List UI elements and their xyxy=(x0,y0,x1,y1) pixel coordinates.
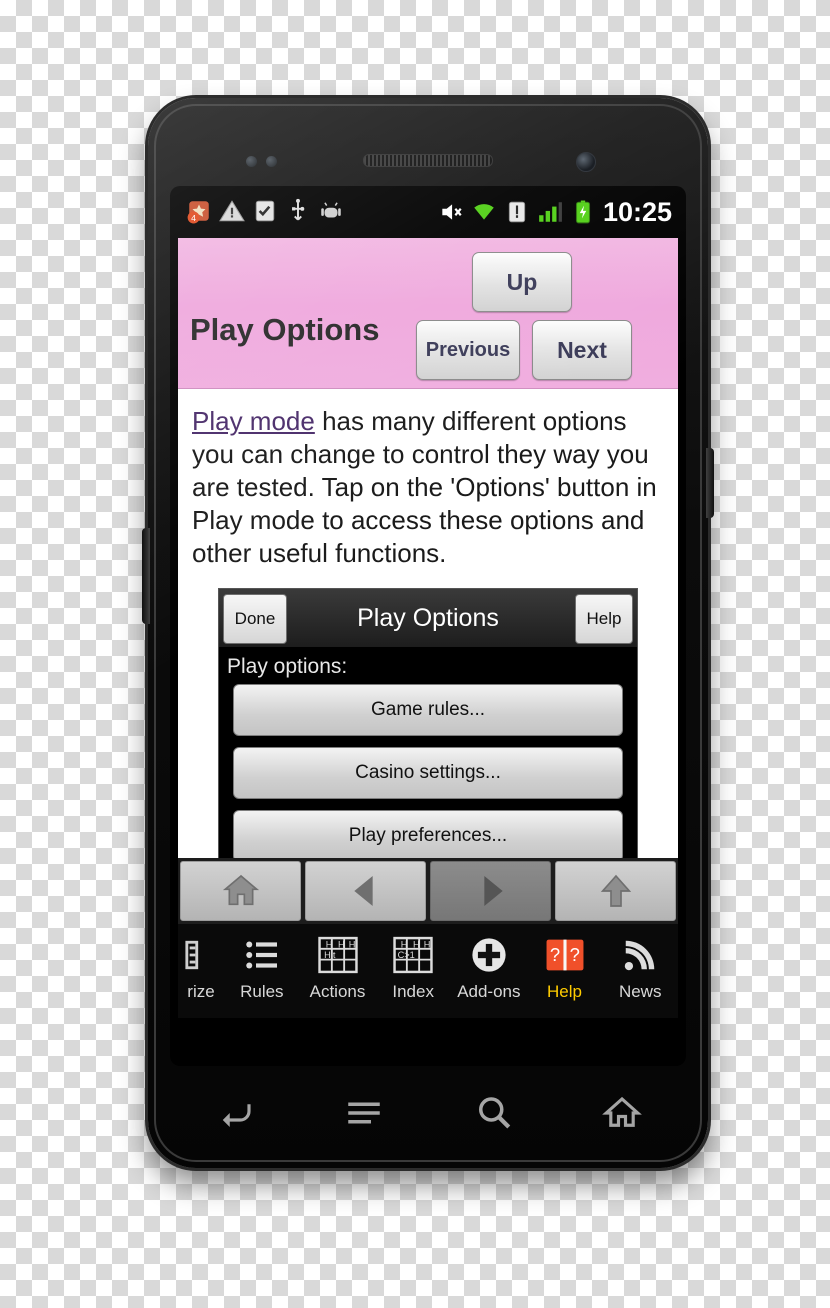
svg-text:4: 4 xyxy=(191,213,196,223)
tab-addons-label: Add-ons xyxy=(457,982,521,1001)
screen-bezel: 4 10:25 Play Options Up Previous Next Pl… xyxy=(170,186,686,1066)
status-clock: 10:25 xyxy=(602,197,672,227)
mute-speaker-icon xyxy=(442,204,462,220)
phone-top-bar xyxy=(148,144,708,184)
play-mode-link[interactable]: Play mode xyxy=(192,406,315,436)
front-camera-icon xyxy=(576,152,596,172)
phone-screen: 4 10:25 Play Options Up Previous Next Pl… xyxy=(178,194,678,1058)
hit-grid-icon: H H H Hit xyxy=(317,932,358,978)
sim-alert-icon xyxy=(508,201,526,223)
game-rules-button[interactable]: Game rules... xyxy=(233,684,623,736)
toolbar-home-button[interactable] xyxy=(180,861,301,921)
toolbar-up-button[interactable] xyxy=(555,861,676,921)
list-icon xyxy=(244,932,280,978)
navigation-toolbar xyxy=(178,858,678,924)
earpiece-speaker xyxy=(363,154,493,167)
tab-index[interactable]: H H H C>1 Index xyxy=(375,924,451,1018)
signal-bars-icon xyxy=(539,202,562,222)
next-button[interactable]: Next xyxy=(532,320,632,380)
toolbar-back-button[interactable] xyxy=(305,861,426,921)
softkey-bar xyxy=(170,1078,686,1148)
casino-settings-button[interactable]: Casino settings... xyxy=(233,747,623,799)
tab-prize[interactable]: rize xyxy=(178,924,224,1018)
app-content: Play Options Up Previous Next Play mode … xyxy=(178,238,678,858)
battery-charging-icon xyxy=(575,200,590,224)
status-icons-left: 4 xyxy=(186,198,344,224)
svg-text:?: ? xyxy=(569,944,579,965)
tab-help[interactable]: ? ? Help xyxy=(527,924,603,1018)
page-title: Play Options xyxy=(190,312,380,347)
svg-text:H: H xyxy=(413,939,420,949)
tab-help-label: Help xyxy=(547,982,582,1001)
home-icon xyxy=(222,874,259,906)
svg-text:H: H xyxy=(424,939,431,949)
svg-text:H: H xyxy=(401,939,408,949)
light-sensor-icon xyxy=(266,156,277,167)
menu-softkey-icon[interactable] xyxy=(337,1092,391,1134)
help-book-icon: ? ? xyxy=(545,932,585,978)
power-button[interactable] xyxy=(706,448,714,518)
rss-icon xyxy=(621,932,659,978)
dialog-help-button[interactable]: Help xyxy=(575,594,633,644)
svg-text:?: ? xyxy=(549,944,559,965)
tab-actions-label: Actions xyxy=(309,982,366,1001)
plus-circle-icon xyxy=(470,932,508,978)
play-preferences-button[interactable]: Play preferences... xyxy=(233,810,623,858)
dialog-title-bar: Done Play Options Help xyxy=(219,589,637,648)
back-arrow-icon xyxy=(353,876,373,906)
svg-text:H: H xyxy=(325,939,332,949)
up-button[interactable]: Up xyxy=(472,252,572,312)
up-arrow-icon xyxy=(600,874,631,907)
checklist-icon xyxy=(255,200,275,222)
svg-text:Hit: Hit xyxy=(324,950,336,960)
dialog-subtitle: Play options: xyxy=(219,648,637,684)
forward-arrow-icon xyxy=(483,876,503,906)
tab-index-label: Index xyxy=(392,982,434,1001)
index-grid-icon: H H H C>1 xyxy=(393,932,433,978)
toolbar-forward-button xyxy=(430,861,551,921)
prize-icon xyxy=(184,932,218,978)
previous-button[interactable]: Previous xyxy=(416,320,520,380)
svg-text:C>1: C>1 xyxy=(398,950,415,960)
play-options-dialog-screenshot: Done Play Options Help Play options: Gam… xyxy=(218,588,638,858)
home-softkey-icon[interactable] xyxy=(595,1092,649,1134)
tab-rules[interactable]: Rules xyxy=(224,924,300,1018)
tab-actions[interactable]: H H H Hit Actions xyxy=(300,924,376,1018)
phone-device: 4 10:25 Play Options Up Previous Next Pl… xyxy=(142,98,714,1168)
volume-button[interactable] xyxy=(142,528,150,624)
bottom-tab-bar: rize Rules H H H Hit Actions H H H C>1 I… xyxy=(178,924,678,1018)
wifi-icon xyxy=(474,204,494,220)
proximity-sensor-icon xyxy=(246,156,257,167)
tab-rules-label: Rules xyxy=(240,982,284,1001)
usb-icon xyxy=(292,198,305,221)
tab-news[interactable]: News xyxy=(602,924,678,1018)
android-status-bar: 4 10:25 xyxy=(178,194,678,238)
warning-triangle-icon xyxy=(219,200,245,222)
body-paragraph: Play mode has many different options you… xyxy=(178,389,678,570)
back-softkey-icon[interactable] xyxy=(208,1092,262,1134)
page-header: Play Options Up Previous Next xyxy=(178,238,678,389)
svg-text:H: H xyxy=(338,939,345,949)
alarm-badge-icon: 4 xyxy=(187,201,209,224)
status-icons-right: 10:25 xyxy=(438,197,672,227)
tab-news-label: News xyxy=(618,982,662,1001)
android-debug-icon xyxy=(321,202,341,218)
dialog-done-button[interactable]: Done xyxy=(223,594,287,644)
svg-text:H: H xyxy=(348,939,355,949)
dialog-title: Play Options xyxy=(357,603,499,632)
tab-prize-label: rize xyxy=(187,982,215,1001)
search-softkey-icon[interactable] xyxy=(466,1092,520,1134)
tab-addons[interactable]: Add-ons xyxy=(451,924,527,1018)
